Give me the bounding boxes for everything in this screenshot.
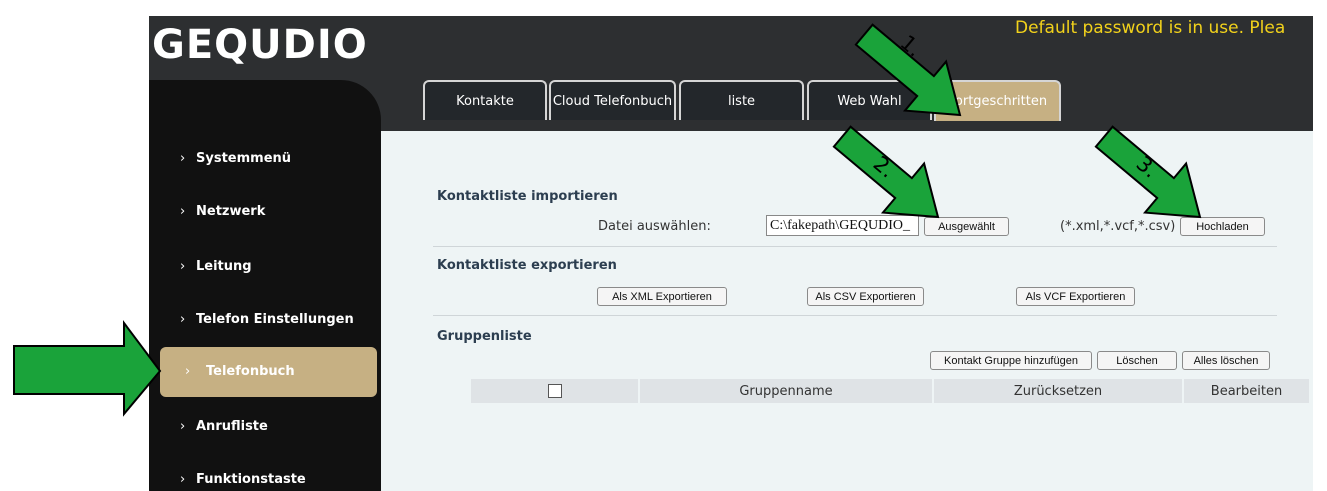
arrow-1 xyxy=(854,23,962,117)
arrow-2 xyxy=(832,125,940,219)
arrow-3 xyxy=(1094,125,1202,219)
arrow-telefonbuch xyxy=(13,320,162,417)
annotation-arrows xyxy=(13,23,1202,417)
